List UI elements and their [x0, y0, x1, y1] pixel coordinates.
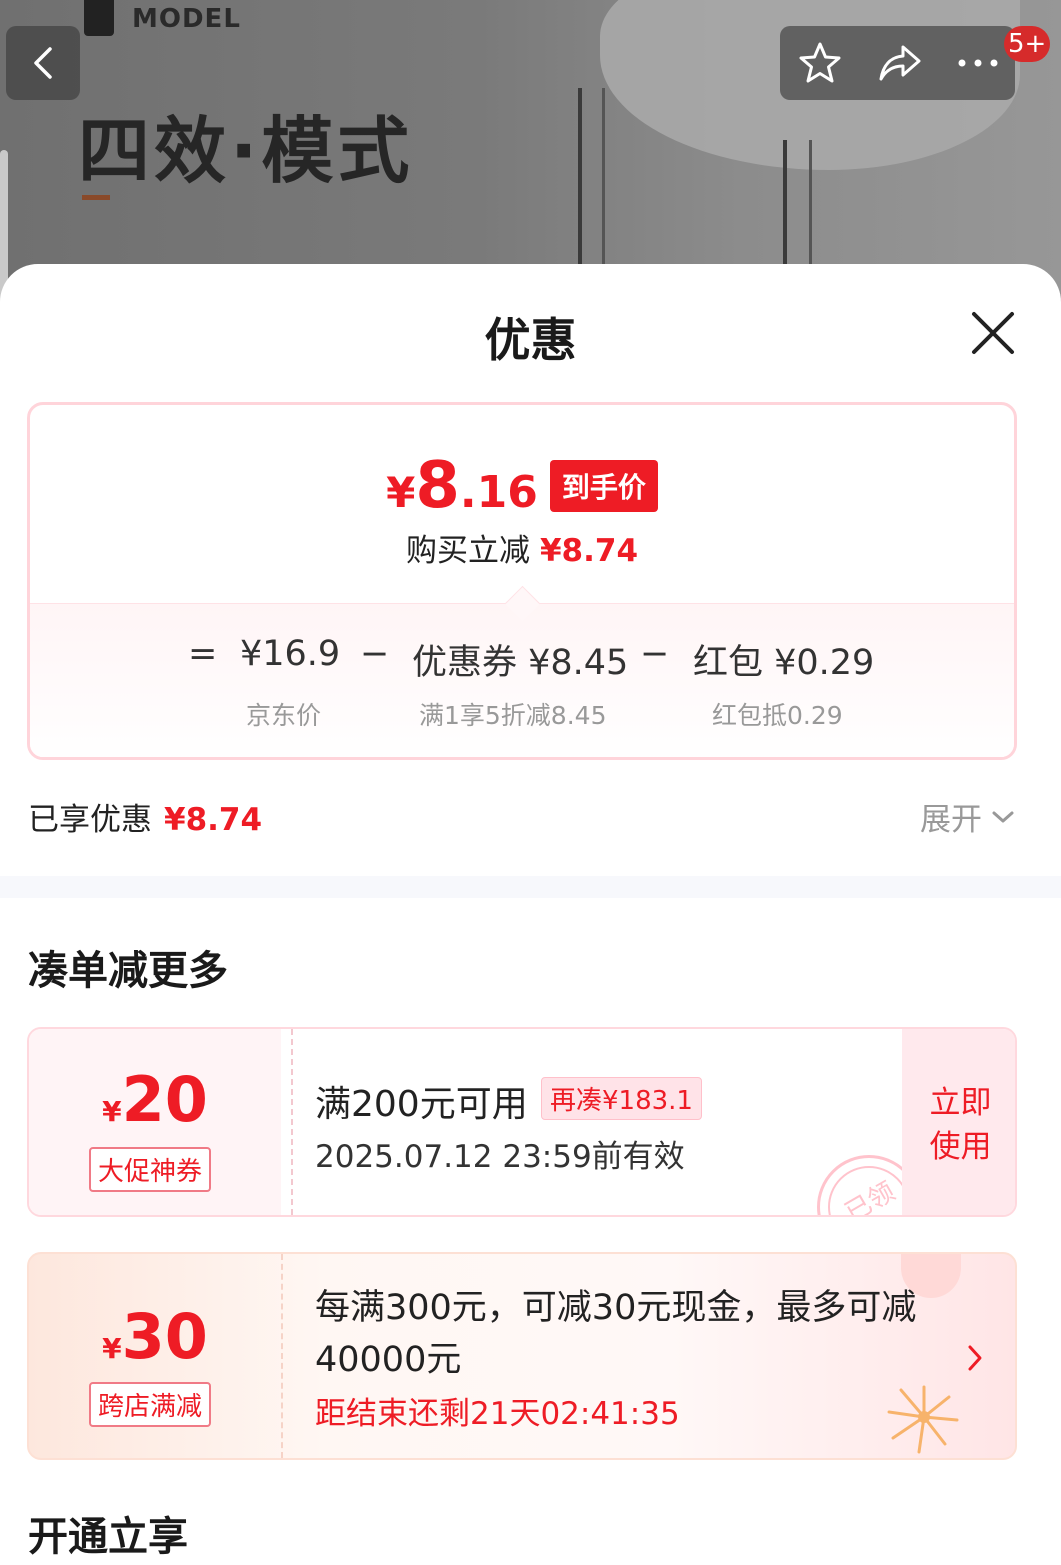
coupon-condition: 满200元可用: [315, 1084, 528, 1125]
enjoyed-discount: 已享优惠 ¥8.74: [28, 794, 262, 839]
firework-decoration: [887, 1385, 959, 1454]
discount-sheet: 优惠 ¥ 8 .16 到手价 购买立减 ¥8.74 = ¥16.9 − 优惠券 ¥…: [0, 264, 1061, 1565]
final-price-card: ¥ 8 .16 到手价 购买立减 ¥8.74 = ¥16.9 − 优惠券 ¥8.4…: [27, 402, 1017, 760]
more-button[interactable]: [956, 57, 1000, 69]
more-icon: [958, 59, 997, 67]
wire-graphic: [578, 88, 605, 288]
price-symbol: ¥: [386, 468, 416, 517]
back-icon: [34, 47, 52, 79]
enjoyed-label: 已享优惠: [28, 802, 152, 838]
base-price-label: 京东价: [246, 701, 322, 730]
use-now-line2: 使用: [929, 1129, 992, 1165]
promotion-type-tag: 跨店满减: [89, 1382, 212, 1427]
use-now-button[interactable]: 立即 使用: [902, 1029, 1015, 1215]
promotion-countdown: 距结束还剩21天02:41:35: [315, 1396, 680, 1432]
coupon-type-tag: 大促神券: [89, 1147, 212, 1192]
promotion-value: 30: [121, 1300, 208, 1373]
chevron-right-icon[interactable]: [965, 1342, 985, 1374]
image-title: 四效·模式: [78, 109, 414, 193]
expand-label: 展开: [920, 802, 982, 838]
redpacket-label: 红包抵0.29: [712, 701, 843, 730]
promotion-symbol: ¥: [102, 1332, 122, 1365]
share-button[interactable]: [875, 39, 925, 87]
section-divider: [0, 876, 1061, 898]
message-badge[interactable]: 5+: [1004, 26, 1051, 62]
perforation: [281, 1254, 283, 1458]
instant-discount-label: 购买立减: [405, 533, 530, 569]
brand-text: MODEL: [132, 4, 241, 34]
price-breakdown: = ¥16.9 − 优惠券 ¥8.45 − 红包 ¥0.29 京东价 满1享5折…: [30, 585, 1014, 757]
close-button[interactable]: [968, 308, 1018, 358]
minus-sign: −: [640, 634, 670, 674]
share-icon: [879, 45, 920, 81]
coupon-shortfall: 再凑¥183.1: [541, 1077, 702, 1120]
sheet-title: 优惠: [484, 313, 577, 367]
coupon-amount: ¥20: [29, 1063, 281, 1136]
coupon-symbol: ¥: [102, 1095, 122, 1128]
enjoyed-value: ¥8.74: [164, 802, 263, 838]
coupon-validity: 2025.07.12 23:59前有效: [315, 1139, 685, 1175]
price-integer: 8: [415, 449, 460, 523]
title-dash: [82, 195, 110, 200]
favorite-button[interactable]: [796, 39, 844, 87]
promotion-amount: ¥30: [29, 1300, 281, 1373]
coupon-value: 优惠券 ¥8.45: [412, 643, 629, 683]
expand-button[interactable]: 展开: [920, 794, 1018, 839]
instant-discount-value: ¥8.74: [539, 533, 639, 569]
back-button[interactable]: [6, 26, 80, 100]
instant-discount: 购买立减 ¥8.74: [30, 525, 1014, 570]
coupon-label: 满1享5折减8.45: [419, 701, 607, 730]
close-icon: [972, 312, 1014, 354]
coupon-value: 20: [121, 1063, 208, 1136]
brand-icon: [84, 0, 114, 36]
coupon-card[interactable]: ¥20 大促神券 满200元可用 再凑¥183.1 2025.07.12 23:…: [27, 1027, 1017, 1217]
promotion-description: 每满300元，可减30元现金，最多可减40000元: [315, 1288, 917, 1380]
base-price: ¥16.9: [240, 634, 341, 674]
nav-actions: [780, 26, 1015, 100]
final-price-tag: 到手价: [549, 460, 658, 512]
redpacket-value: 红包 ¥0.29: [693, 643, 875, 683]
perforation: [291, 1029, 293, 1215]
use-now-label: 立即 使用: [902, 1081, 1015, 1169]
section-title-membership: 开通立享: [28, 1514, 188, 1560]
final-price: ¥ 8 .16 到手价: [30, 449, 1014, 523]
use-now-line1: 立即: [929, 1085, 992, 1121]
section-title: 凑单减更多: [28, 948, 228, 994]
star-icon: [799, 42, 840, 83]
equals-sign: =: [188, 634, 218, 674]
chevron-down-icon: [992, 811, 1014, 822]
minus-sign: −: [360, 634, 390, 674]
price-decimal: .16: [459, 467, 538, 518]
notch: [504, 585, 541, 622]
promotion-card[interactable]: ¥30 跨店满减 每满300元，可减30元现金，最多可减40000元 距结束还剩…: [27, 1252, 1017, 1460]
